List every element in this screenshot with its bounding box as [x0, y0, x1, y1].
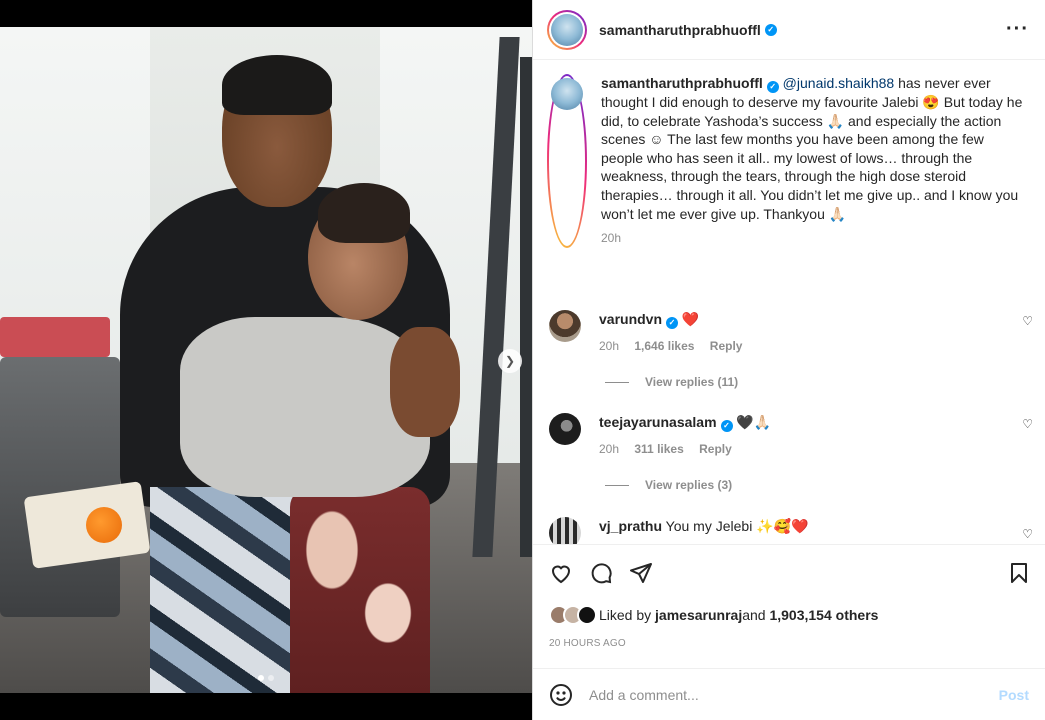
- heart-icon[interactable]: [549, 561, 573, 585]
- post-actions: Liked by jamesarunraj and 1,903,154 othe…: [533, 544, 1045, 668]
- post-header: samantharuthprabhuoffl ✓ ···: [533, 0, 1045, 60]
- reply-button[interactable]: Reply: [710, 339, 743, 353]
- comment-item: vj_prathu You my Jelebi ✨🥰❤️ ♡: [549, 517, 1033, 544]
- post-side-panel: samantharuthprabhuoffl ✓ ··· samantharut…: [532, 0, 1045, 720]
- comments-section[interactable]: samantharuthprabhuoffl ✓ @junaid.shaikh88…: [533, 60, 1045, 544]
- carousel-dot-active: [258, 675, 264, 681]
- view-replies-label: View replies (11): [645, 375, 739, 389]
- chevron-right-icon: ❯: [504, 354, 516, 368]
- verified-badge-icon: ✓: [764, 23, 777, 36]
- liked-by-others[interactable]: 1,903,154 others: [769, 607, 878, 623]
- photo-jalebi: [86, 507, 122, 543]
- caption-mention[interactable]: @junaid.shaikh88: [783, 75, 895, 91]
- comment-input[interactable]: [589, 686, 999, 703]
- caption-body: samantharuthprabhuoffl ✓ @junaid.shaikh88…: [601, 74, 1025, 248]
- carousel-next-button[interactable]: ❯: [498, 349, 522, 373]
- photo-woman-pants: [290, 487, 430, 693]
- comment-text: 🖤🙏🏻: [736, 414, 772, 430]
- comment-icon[interactable]: [589, 561, 613, 585]
- comment-avatar[interactable]: [549, 310, 581, 342]
- comment-body: vj_prathu You my Jelebi ✨🥰❤️: [599, 517, 1033, 544]
- caption-text: has never ever thought I did enough to d…: [601, 75, 1023, 222]
- post-photo[interactable]: ❯: [0, 27, 532, 693]
- photo-man-hair: [222, 55, 332, 115]
- caption-time[interactable]: 20h: [601, 229, 1025, 248]
- caption: samantharuthprabhuoffl ✓ @junaid.shaikh88…: [547, 74, 1025, 248]
- comment-meta: 20h 1,646 likes Reply: [599, 337, 1033, 355]
- liked-by-and: and: [742, 607, 766, 623]
- comment-like-heart-icon[interactable]: ♡: [1022, 314, 1033, 328]
- liked-by: Liked by jamesarunraj and 1,903,154 othe…: [549, 605, 878, 625]
- comment-likes[interactable]: 311 likes: [634, 442, 683, 456]
- comment-avatar[interactable]: [549, 413, 581, 445]
- comment-avatar[interactable]: [549, 517, 581, 544]
- verified-badge-icon: ✓: [666, 317, 679, 329]
- photo-man-pants: [150, 487, 310, 693]
- comment-time[interactable]: 20h: [599, 442, 619, 456]
- avatar[interactable]: [551, 13, 583, 46]
- caption-username[interactable]: samantharuthprabhuoffl: [601, 75, 763, 91]
- comment-like-heart-icon[interactable]: ♡: [1022, 527, 1033, 541]
- instagram-post-view: ❯ samantharuthprabhuoffl ✓ ··· samanthar…: [0, 0, 1045, 720]
- photo-woman-hair: [318, 183, 410, 243]
- comment-meta: 20h 311 likes Reply: [599, 440, 1033, 458]
- comment-body: teejayarunasalam ✓ 🖤🙏🏻 20h 311 likes Repl…: [599, 413, 1033, 458]
- share-icon[interactable]: [629, 561, 653, 585]
- carousel-dot: [268, 675, 274, 681]
- comment-username[interactable]: vj_prathu: [599, 518, 662, 534]
- verified-badge-icon: ✓: [720, 420, 733, 432]
- photo-rack-edge: [520, 57, 532, 557]
- avatar[interactable]: [577, 605, 597, 625]
- replies-divider: [605, 484, 629, 486]
- header-username[interactable]: samantharuthprabhuoffl: [599, 22, 761, 38]
- story-ring[interactable]: [547, 9, 587, 50]
- comment-text: ❤️: [681, 311, 700, 327]
- reply-button[interactable]: Reply: [699, 442, 732, 456]
- view-replies-label: View replies (3): [645, 478, 733, 492]
- comment-body: varundvn ✓ ❤️ 20h 1,646 likes Reply: [599, 310, 1033, 355]
- comment-item: varundvn ✓ ❤️ 20h 1,646 likes Reply ♡: [549, 310, 1033, 355]
- comment-like-heart-icon[interactable]: ♡: [1022, 417, 1033, 431]
- comment-item: teejayarunasalam ✓ 🖤🙏🏻 20h 311 likes Repl…: [549, 413, 1033, 458]
- add-comment-bar: Post: [533, 668, 1045, 720]
- bookmark-icon[interactable]: [1007, 561, 1031, 585]
- caption-story-ring[interactable]: [547, 74, 587, 248]
- post-button[interactable]: Post: [999, 687, 1029, 703]
- more-horizontal-icon[interactable]: ···: [1006, 18, 1029, 41]
- replies-divider: [605, 381, 629, 383]
- emoji-icon[interactable]: [549, 683, 573, 707]
- photo-gym-equipment: [0, 317, 110, 357]
- carousel-dots: [0, 675, 532, 681]
- post-time-ago[interactable]: 20 HOURS AGO: [549, 638, 626, 649]
- verified-badge-icon: ✓: [766, 81, 779, 93]
- action-icons: [549, 561, 653, 585]
- photo-arm: [390, 327, 460, 437]
- liked-by-prefix: Liked by: [599, 607, 652, 623]
- view-replies-button[interactable]: View replies (11): [605, 375, 738, 389]
- comment-time[interactable]: 20h: [599, 339, 619, 353]
- comment-likes[interactable]: 1,646 likes: [634, 339, 694, 353]
- view-replies-button[interactable]: View replies (3): [605, 478, 732, 492]
- liked-by-avatars[interactable]: [549, 605, 597, 625]
- comment-username[interactable]: varundvn: [599, 311, 662, 327]
- caption-avatar[interactable]: [551, 78, 583, 110]
- comment-text: You my Jelebi ✨🥰❤️: [665, 518, 809, 534]
- comment-username[interactable]: teejayarunasalam: [599, 414, 717, 430]
- liked-by-user[interactable]: jamesarunraj: [655, 607, 742, 623]
